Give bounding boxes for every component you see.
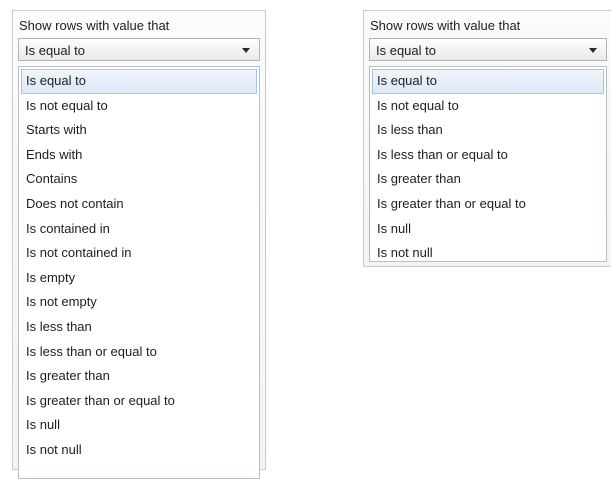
list-item[interactable]: Is null (21, 413, 257, 438)
list-item[interactable]: Is null (372, 217, 604, 242)
list-item[interactable]: Is greater than (21, 364, 257, 389)
list-item-selected[interactable]: Is equal to (372, 69, 604, 94)
right-filter-panel: Show rows with value that Is equal to Is… (363, 10, 611, 267)
list-item[interactable]: Is greater than or equal to (372, 192, 604, 217)
list-item[interactable]: Is less than or equal to (21, 340, 257, 365)
operator-dropdown[interactable]: Is equal to (369, 38, 607, 61)
list-item[interactable]: Starts with (21, 118, 257, 143)
operator-options-list[interactable]: Is equal to Is not equal to Is less than… (369, 66, 607, 262)
list-item[interactable]: Is not equal to (372, 94, 604, 119)
list-item-selected[interactable]: Is equal to (21, 69, 257, 94)
list-item[interactable]: Is greater than (372, 167, 604, 192)
list-item[interactable]: Is contained in (21, 217, 257, 242)
operator-options-list[interactable]: Is equal to Is not equal to Starts with … (18, 66, 260, 479)
list-item[interactable]: Ends with (21, 143, 257, 168)
list-item[interactable]: Is less than (372, 118, 604, 143)
list-item[interactable]: Contains (21, 167, 257, 192)
filter-caption: Show rows with value that (19, 18, 170, 33)
list-item[interactable]: Is empty (21, 266, 257, 291)
chevron-down-icon[interactable] (589, 48, 597, 53)
list-item[interactable]: Is not contained in (21, 241, 257, 266)
chevron-down-icon[interactable] (242, 48, 250, 53)
list-item[interactable]: Is less than or equal to (372, 143, 604, 168)
operator-dropdown[interactable]: Is equal to (18, 38, 260, 61)
filter-caption: Show rows with value that (370, 18, 521, 33)
dropdown-selected-value: Is equal to (25, 43, 85, 58)
list-item[interactable]: Is not empty (21, 290, 257, 315)
list-item[interactable]: Is not equal to (21, 94, 257, 119)
left-filter-panel: Show rows with value that Is equal to Is… (12, 10, 266, 479)
list-item[interactable]: Is not null (372, 241, 604, 261)
list-item[interactable]: Does not contain (21, 192, 257, 217)
dropdown-selected-value: Is equal to (376, 43, 436, 58)
list-item[interactable]: Is greater than or equal to (21, 389, 257, 414)
list-item[interactable]: Is less than (21, 315, 257, 340)
